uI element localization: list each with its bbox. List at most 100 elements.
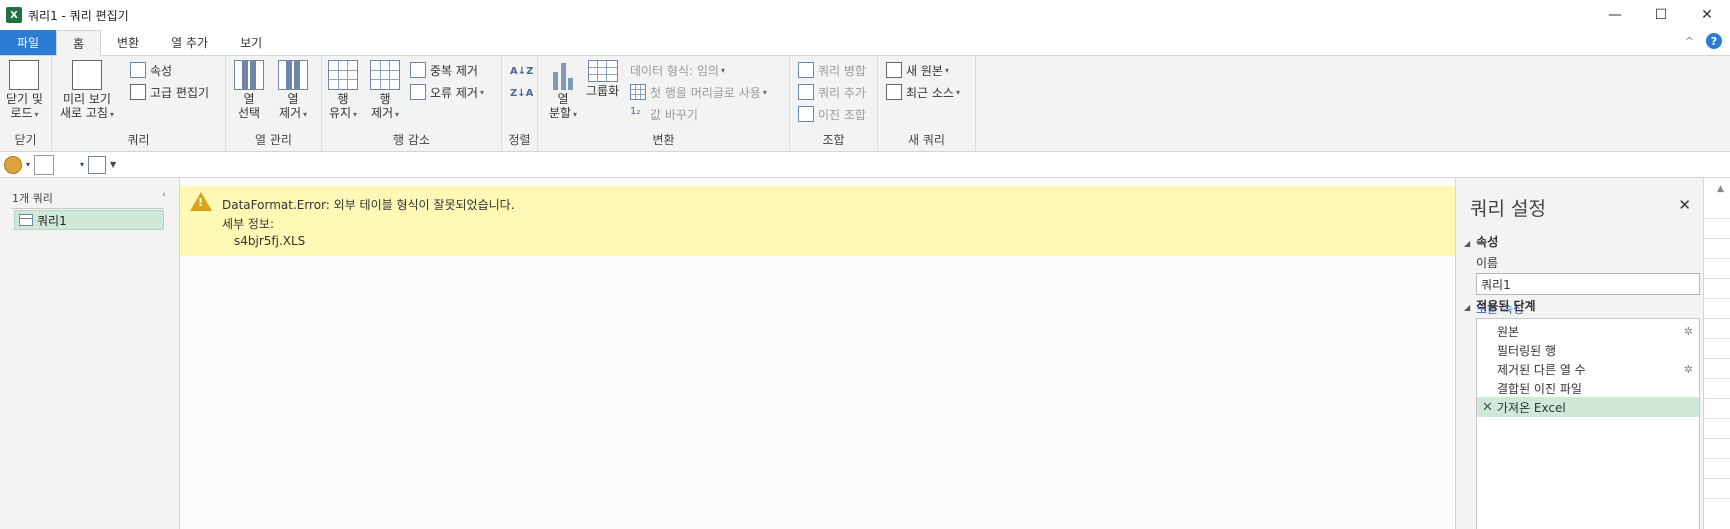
queries-pane: 1개 쿼리 ‹ 쿼리1 xyxy=(0,178,180,529)
collapse-pane-icon[interactable]: ‹ xyxy=(162,190,166,200)
remove-columns-icon xyxy=(278,60,308,90)
recent-sources-button[interactable]: 최근 소스 ▾ xyxy=(886,82,960,102)
properties-icon xyxy=(130,62,146,78)
sort-descending-button[interactable]: Z↓A xyxy=(510,84,533,104)
blank-toolbar-button[interactable] xyxy=(34,154,55,175)
data-type-dropdown[interactable]: 데이터 형식: 임의 ▾ xyxy=(630,60,725,80)
close-load-label-2: 로드 ▾ xyxy=(10,106,39,120)
new-query-group-label: 새 쿼리 xyxy=(908,133,945,147)
minimize-button[interactable]: — xyxy=(1592,0,1638,30)
step-filtered-rows[interactable]: 필터링된 행 xyxy=(1477,340,1699,360)
advanced-editor-button[interactable]: 고급 편집기 xyxy=(130,82,209,102)
tab-file[interactable]: 파일 xyxy=(0,30,56,55)
first-row-header-label: 첫 행을 머리글로 사용 xyxy=(650,85,761,100)
replace-values-button[interactable]: 1₂ 값 바꾸기 xyxy=(630,104,698,124)
tabs-right-controls: ^ ? xyxy=(1685,33,1722,49)
group-by-button[interactable]: 그룹화 xyxy=(586,60,619,98)
choose-columns-label-1: 열 xyxy=(243,92,255,106)
help-icon[interactable]: ? xyxy=(1706,33,1722,49)
combine-group-label: 조합 xyxy=(822,133,845,147)
close-settings-icon[interactable]: ✕ xyxy=(1678,196,1691,214)
customize-toolbar-icon[interactable]: ▼ xyxy=(110,160,116,169)
choose-columns-icon xyxy=(234,60,264,90)
step-label: 결합된 이진 파일 xyxy=(1497,381,1582,396)
recent-sources-icon xyxy=(886,84,902,100)
tab-home[interactable]: 홈 xyxy=(56,30,102,56)
delete-step-icon[interactable]: ✕ xyxy=(1482,400,1493,415)
step-label: 제거된 다른 열 수 xyxy=(1497,362,1586,377)
merge-queries-button[interactable]: 쿼리 병합 xyxy=(798,60,866,80)
remove-rows-icon xyxy=(370,60,400,90)
query-settings-title: 쿼리 설정 xyxy=(1470,198,1546,220)
properties-button[interactable]: 속성 xyxy=(130,60,172,80)
reduce-rows-group-label: 행 감소 xyxy=(393,133,430,147)
quick-access-toolbar: ▾ ▾ ▼ xyxy=(0,152,1730,178)
query-name-input[interactable] xyxy=(1476,273,1700,295)
combine-binaries-button[interactable]: 이진 조합 xyxy=(798,104,866,124)
append-queries-icon xyxy=(798,84,814,100)
new-source-button[interactable]: 새 원본 ▾ xyxy=(886,60,949,80)
use-first-row-header-button[interactable]: 첫 행을 머리글로 사용 ▾ xyxy=(630,82,767,102)
transform-group-label: 변환 xyxy=(652,133,675,147)
query-list-item-label: 쿼리1 xyxy=(37,213,67,228)
cursor-icon[interactable] xyxy=(58,155,77,174)
merge-queries-icon xyxy=(798,62,814,78)
tab-view[interactable]: 보기 xyxy=(224,30,278,55)
split-column-icon xyxy=(548,60,578,90)
append-queries-button[interactable]: 쿼리 추가 xyxy=(798,82,866,102)
choose-columns-button[interactable]: 열 선택 xyxy=(234,60,264,120)
split-column-label-1: 열 xyxy=(557,92,569,106)
split-column-button[interactable]: 열 분할 ▾ xyxy=(548,60,578,122)
cursor-dropdown-icon[interactable]: ▾ xyxy=(80,160,84,169)
applied-steps-list: 원본 ✲ 필터링된 행 제거된 다른 열 수 ✲ 결합된 이진 파일 ✕ 가져온… xyxy=(1476,318,1700,529)
close-group-label: 닫기 xyxy=(14,133,37,147)
tab-add-column[interactable]: 열 추가 xyxy=(155,30,224,55)
sort-ascending-button[interactable]: A↓Z xyxy=(510,62,533,82)
query-list-item[interactable]: 쿼리1 xyxy=(14,210,164,230)
recent-sources-label: 최근 소스 xyxy=(906,85,954,100)
close-and-load-button[interactable]: 닫기 및 로드 ▾ xyxy=(6,60,43,122)
gear-icon[interactable]: ✲ xyxy=(1684,325,1693,338)
choose-columns-label-2: 선택 xyxy=(237,106,261,120)
remove-columns-button[interactable]: 열 제거 ▾ xyxy=(278,60,308,122)
step-source[interactable]: 원본 ✲ xyxy=(1477,321,1699,341)
close-window-button[interactable]: ✕ xyxy=(1684,0,1730,30)
remove-columns-label-2: 제거 ▾ xyxy=(278,106,308,120)
remove-rows-button[interactable]: 행 제거 ▾ xyxy=(370,60,400,122)
remove-errors-button[interactable]: 오류 제거 ▾ xyxy=(410,82,484,102)
applied-steps-section-header[interactable]: ◢ 적용된 단계 xyxy=(1464,297,1536,314)
step-imported-excel[interactable]: ✕ 가져온 Excel xyxy=(1477,397,1699,417)
smile-feedback-icon[interactable] xyxy=(4,155,22,174)
gear-icon[interactable]: ✲ xyxy=(1684,363,1693,376)
section-collapse-icon: ◢ xyxy=(1464,303,1471,312)
data-type-label: 데이터 형식: 임의 xyxy=(630,63,719,78)
error-detail-label: 세부 정보: xyxy=(222,217,275,231)
remove-duplicates-button[interactable]: 중복 제거 xyxy=(410,60,478,80)
smile-dropdown-icon[interactable]: ▾ xyxy=(26,160,30,169)
collapse-ribbon-icon[interactable]: ^ xyxy=(1685,35,1694,48)
combine-group: 쿼리 병합 쿼리 추가 이진 조합 조합 xyxy=(790,56,878,152)
query-group: 미리 보기 새로 고침 ▾ 속성 고급 편집기 쿼리 xyxy=(52,56,226,152)
preview-area: ! DataFormat.Error: 외부 테이블 형식이 잘못되었습니다. … xyxy=(180,178,1455,529)
keep-rows-button[interactable]: 행 유지 ▾ xyxy=(328,60,358,122)
queries-count-header: 1개 쿼리 xyxy=(12,190,164,209)
sort-group: A↓Z Z↓A 정렬 xyxy=(502,56,538,152)
step-removed-columns[interactable]: 제거된 다른 열 수 ✲ xyxy=(1477,359,1699,379)
refresh-preview-button[interactable]: 미리 보기 새로 고침 ▾ xyxy=(60,60,114,122)
keep-rows-label-2: 유지 ▾ xyxy=(328,106,358,120)
merge-queries-label: 쿼리 병합 xyxy=(818,63,866,78)
table-view-icon[interactable] xyxy=(88,155,107,174)
tab-transform[interactable]: 변환 xyxy=(101,30,155,55)
close-group: 닫기 및 로드 ▾ 닫기 xyxy=(0,56,52,152)
refresh-label-1: 미리 보기 xyxy=(63,92,111,106)
ribbon-tabs: 파일 홈 변환 열 추가 보기 ^ ? xyxy=(0,30,1730,56)
properties-section-header[interactable]: ◢ 속성 xyxy=(1464,233,1498,250)
replace-values-icon: 1₂ xyxy=(630,106,641,117)
maximize-button[interactable]: ☐ xyxy=(1638,0,1684,30)
step-combined-binaries[interactable]: 결합된 이진 파일 xyxy=(1477,378,1699,398)
close-load-label-1: 닫기 및 xyxy=(6,92,43,106)
new-source-icon xyxy=(886,62,902,78)
background-sheet-edge: ▲ xyxy=(1703,178,1730,529)
combine-binaries-icon xyxy=(798,106,814,122)
advanced-editor-icon xyxy=(130,84,146,100)
